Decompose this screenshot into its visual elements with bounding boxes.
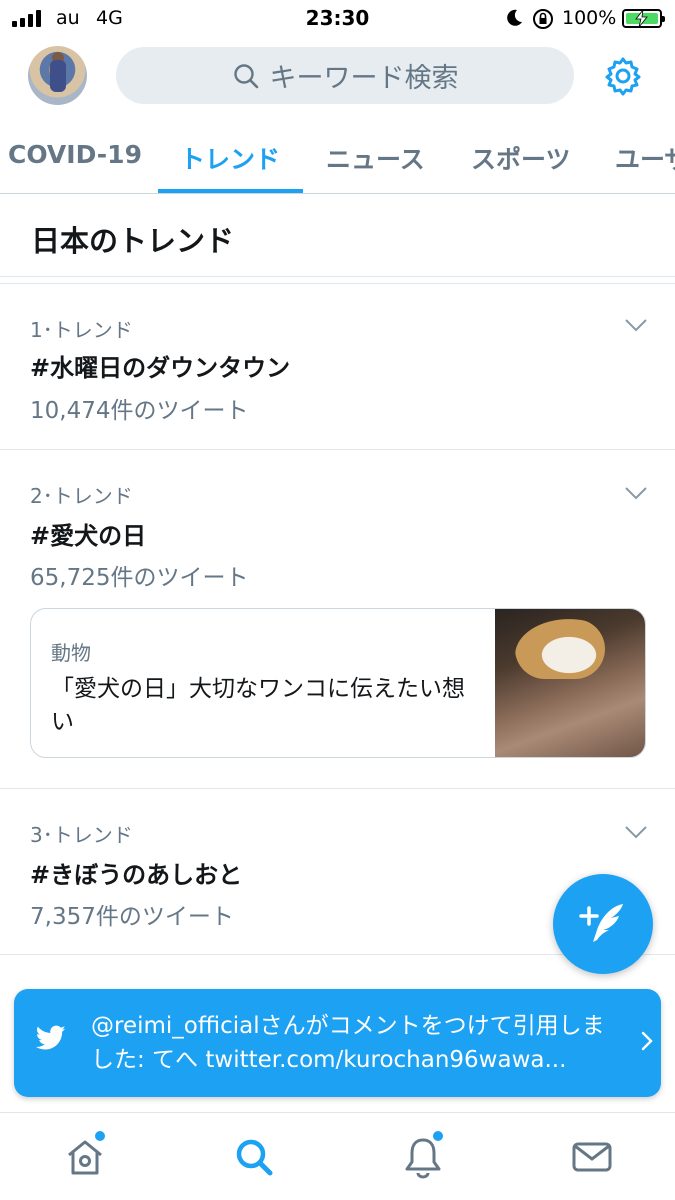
trend-name: #愛犬の日 — [30, 522, 147, 550]
battery-charging-icon — [622, 9, 665, 28]
trend-meta: 1･トレンド — [30, 318, 133, 342]
tab-trends[interactable]: トレンド — [180, 140, 280, 176]
nav-search[interactable] — [232, 1135, 276, 1179]
unread-dot — [93, 1129, 107, 1143]
news-thumbnail — [495, 609, 645, 757]
twitter-bird-icon — [36, 1025, 66, 1050]
tab-bar: COVID-19 トレンド ニュース スポーツ ユーザ — [0, 128, 675, 194]
trend-meta: 3･トレンド — [30, 823, 133, 847]
compose-feather-icon — [579, 904, 623, 942]
moon-icon — [507, 9, 522, 26]
orientation-lock-icon — [533, 9, 553, 29]
trend-tweet-count: 65,725件のツイート — [30, 565, 249, 591]
chevron-down-icon[interactable] — [624, 825, 648, 839]
messages-icon — [572, 1142, 612, 1172]
trend-name: #きぼうのあしおと — [30, 861, 243, 889]
search-icon — [236, 1139, 273, 1176]
active-tab-indicator — [158, 189, 303, 193]
nav-notifications[interactable] — [401, 1129, 445, 1179]
chevron-right-icon — [641, 1031, 653, 1051]
divider — [0, 276, 675, 277]
unread-dot — [431, 1129, 445, 1143]
tab-covid-19[interactable]: COVID-19 — [8, 140, 142, 169]
nav-home[interactable] — [63, 1129, 107, 1179]
tab-users[interactable]: ユーザ — [615, 140, 675, 176]
chevron-down-icon[interactable] — [624, 318, 648, 332]
avatar[interactable] — [28, 46, 87, 105]
tab-news[interactable]: ニュース — [326, 140, 425, 176]
search-input[interactable]: キーワード検索 — [116, 47, 574, 104]
trend-meta: 2･トレンド — [30, 484, 133, 508]
gear-icon[interactable] — [603, 56, 643, 96]
chevron-down-icon[interactable] — [624, 486, 648, 500]
search-placeholder: キーワード検索 — [269, 63, 459, 94]
news-headline: 「愛犬の日」大切なワンコに伝えたい想い — [51, 676, 465, 735]
news-card[interactable]: 動物 「愛犬の日」大切なワンコに伝えたい想い — [30, 608, 646, 758]
toast-message: @reimi_officialさんがコメントをつけて引用しました: てへ twi… — [91, 1013, 605, 1073]
section-title: 日本のトレンド — [31, 224, 235, 258]
nav-messages[interactable] — [570, 1135, 614, 1179]
notification-toast[interactable]: @reimi_officialさんがコメントをつけて引用しました: てへ twi… — [14, 989, 661, 1097]
battery-percent: 100% — [562, 7, 617, 29]
trend-item[interactable]: 1･トレンド #水曜日のダウンタウン 10,474件のツイート — [0, 284, 675, 449]
trend-tweet-count: 10,474件のツイート — [30, 398, 249, 424]
news-category: 動物 — [51, 641, 91, 665]
status-bar: au 4G 23:30 100% — [0, 0, 675, 36]
trend-name: #水曜日のダウンタウン — [30, 354, 291, 382]
search-icon — [233, 63, 258, 88]
compose-tweet-button[interactable] — [553, 874, 653, 974]
bottom-nav — [0, 1112, 675, 1200]
tab-sports[interactable]: スポーツ — [471, 140, 571, 176]
trend-tweet-count: 7,357件のツイート — [30, 904, 234, 930]
